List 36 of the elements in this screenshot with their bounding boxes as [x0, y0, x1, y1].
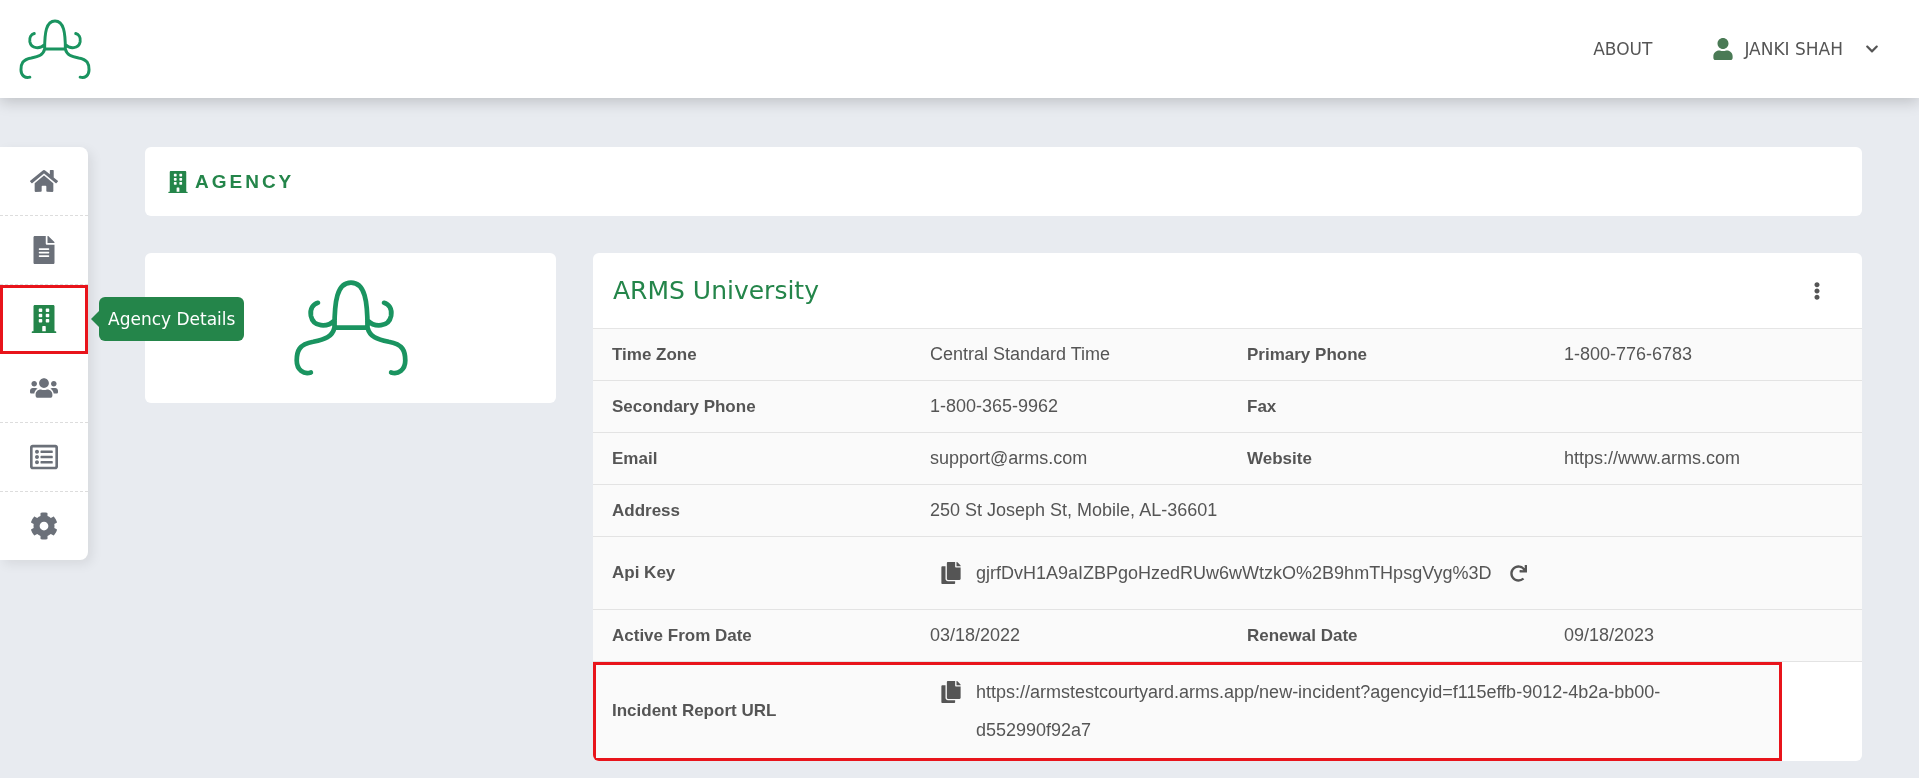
field-value: 1-800-776-6783	[1564, 344, 1694, 365]
field-label: Address	[612, 500, 682, 521]
field-label: Time Zone	[612, 344, 698, 365]
field-label: Fax	[1247, 396, 1278, 417]
home-icon	[30, 167, 58, 195]
field-value: 250 St Joseph St, Mobile, AL-36601	[930, 500, 1218, 521]
field-value: 03/18/2022	[930, 625, 1022, 646]
copy-button[interactable]	[940, 562, 962, 584]
logo-icon	[18, 17, 92, 81]
field-label: Email	[612, 448, 659, 469]
field-value: support@arms.com	[930, 448, 1089, 469]
field-value: 1-800-365-9962	[930, 396, 1060, 417]
field-label: Secondary Phone	[612, 396, 757, 417]
refresh-button[interactable]	[1509, 564, 1527, 582]
field-label: Incident Report URL	[612, 701, 778, 721]
agency-name: ARMS University	[613, 276, 819, 305]
nav-link[interactable]: ABOUT	[1593, 39, 1653, 59]
copy-button[interactable]	[940, 681, 962, 703]
field-value: Central Standard Time	[930, 344, 1112, 365]
tooltip-arrow	[91, 311, 99, 327]
field-value: https://www.arms.com	[1564, 448, 1742, 469]
field-label: Website	[1247, 448, 1313, 469]
field-label: Renewal Date	[1247, 625, 1359, 646]
field-label: Active From Date	[612, 625, 753, 646]
field-value: https://armstestcourtyard.arms.app/new-incident?agencyid=f115effb-9012-4b2a-bb00-d552990f92a7	[976, 681, 1662, 742]
field-value: gjrfDvH1A9aIZBPgoHzedRUw6wWtzkO%2B9hmTHpsgVyg%3D	[976, 562, 1492, 584]
settings-icon	[30, 512, 58, 540]
field-label: Api Key	[612, 563, 677, 583]
building-icon	[167, 170, 189, 193]
page-title: AGENCY	[195, 170, 295, 193]
field-label: Primary Phone	[1247, 344, 1368, 365]
building-icon	[30, 305, 58, 333]
user-menu-button[interactable]: JANKI SHAH	[1712, 38, 1879, 60]
field-value: 09/18/2023	[1564, 625, 1656, 646]
user-icon	[1712, 38, 1735, 60]
list-icon	[30, 443, 58, 471]
